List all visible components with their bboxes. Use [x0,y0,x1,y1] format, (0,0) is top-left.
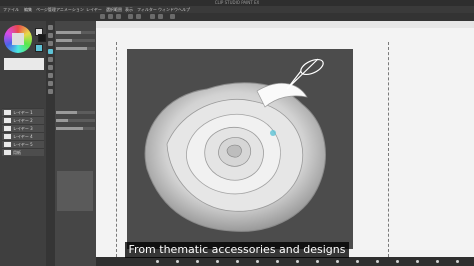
timeline-marker[interactable] [396,260,399,263]
rotate-icon[interactable] [170,14,175,19]
layer-name: レイヤー 3 [13,126,33,131]
layer-row[interactable]: レイヤー 4 [2,132,44,140]
layer-row[interactable]: 用紙 [2,148,44,156]
timeline-marker[interactable] [436,260,439,263]
timeline-marker[interactable] [236,260,239,263]
timeline-marker[interactable] [316,260,319,263]
pen-tool-icon[interactable] [48,49,53,54]
move-tool-icon[interactable] [48,25,53,30]
accent-color-swatch[interactable] [35,44,43,52]
zoom-tool-icon[interactable] [48,33,53,38]
layer-thumbnail [4,110,11,115]
layer-name: レイヤー 1 [13,110,33,115]
property-slider[interactable] [56,39,95,42]
property-slider[interactable] [56,127,95,130]
zoom-in-icon[interactable] [150,14,155,19]
layer-thumbnail [4,126,11,131]
timeline-bar [96,257,474,266]
timeline-marker[interactable] [196,260,199,263]
artboard[interactable] [127,49,353,249]
timeline-marker[interactable] [276,260,279,263]
layer-row[interactable]: レイヤー 1 [2,108,44,116]
sub-color-swatch[interactable] [38,34,46,42]
menu-filter[interactable]: フィルター [137,6,157,13]
layer-name: 用紙 [13,150,21,155]
brush-preview [57,171,93,211]
property-slider[interactable] [56,31,95,34]
text-tool-icon[interactable] [48,81,53,86]
eyedropper-tool-icon[interactable] [48,89,53,94]
timeline-marker[interactable] [376,260,379,263]
layer-thumbnail [4,118,11,123]
timeline-marker[interactable] [416,260,419,263]
menu-layer[interactable]: レイヤー [86,6,102,13]
new-file-icon[interactable] [100,14,105,19]
timeline-marker[interactable] [336,260,339,263]
save-icon[interactable] [116,14,121,19]
property-slider-fill [56,39,72,42]
menu-file[interactable]: ファイル [3,6,19,13]
timeline-marker[interactable] [156,260,159,263]
color-saturation-box[interactable] [12,33,24,45]
property-slider-fill [56,31,82,34]
navigator-preview[interactable] [4,58,44,70]
timeline-marker[interactable] [356,260,359,263]
menu-bar: ファイル 編集 ページ管理 アニメーション レイヤー 選択範囲 表示 フィルター… [0,6,474,13]
property-slider[interactable] [56,111,95,114]
menu-edit[interactable]: 編集 [24,6,32,13]
video-caption: From thematic accessories and designs [124,242,350,258]
timeline-marker[interactable] [456,260,459,263]
layer-name: レイヤー 4 [13,134,33,139]
undo-icon[interactable] [128,14,133,19]
menu-window[interactable]: ウィンドウ [158,6,178,13]
tool-property-panel [55,21,96,266]
layer-row[interactable]: レイヤー 3 [2,124,44,132]
layer-name: レイヤー 2 [13,118,33,123]
menu-page[interactable]: ページ管理 [36,6,56,13]
property-slider[interactable] [56,119,95,122]
property-slider-fill [56,119,68,122]
layer-thumbnail [4,150,11,155]
selection-tool-icon[interactable] [48,41,53,46]
property-slider[interactable] [56,47,95,50]
menu-animation[interactable]: アニメーション [56,6,84,13]
timeline-marker[interactable] [216,260,219,263]
layer-thumbnail [4,142,11,147]
menu-view[interactable]: 表示 [125,6,133,13]
eraser-tool-icon[interactable] [48,65,53,70]
property-slider-fill [56,127,84,130]
color-wheel[interactable] [4,25,32,53]
redo-icon[interactable] [136,14,141,19]
menu-help[interactable]: ヘルプ [178,6,190,13]
rose-illustration [144,58,326,232]
paper-guide-right [388,42,389,257]
layer-thumbnail [4,134,11,139]
layer-row[interactable]: レイヤー 2 [2,116,44,124]
brush-tool-icon[interactable] [48,57,53,62]
paper-guide-left [116,42,117,257]
command-bar [0,13,474,21]
timeline-marker[interactable] [176,260,179,263]
tool-strip [46,21,55,266]
timeline-marker[interactable] [296,260,299,263]
timeline-marker[interactable] [256,260,259,263]
layer-row[interactable]: レイヤー 5 [2,140,44,148]
layer-name: レイヤー 5 [13,142,33,147]
caption-container: From thematic accessories and designs [0,238,474,258]
menu-selection[interactable]: 選択範囲 [106,6,122,13]
open-icon[interactable] [108,14,113,19]
zoom-out-icon[interactable] [158,14,163,19]
fill-tool-icon[interactable] [48,73,53,78]
property-slider-fill [56,47,88,50]
property-slider-fill [56,111,78,114]
